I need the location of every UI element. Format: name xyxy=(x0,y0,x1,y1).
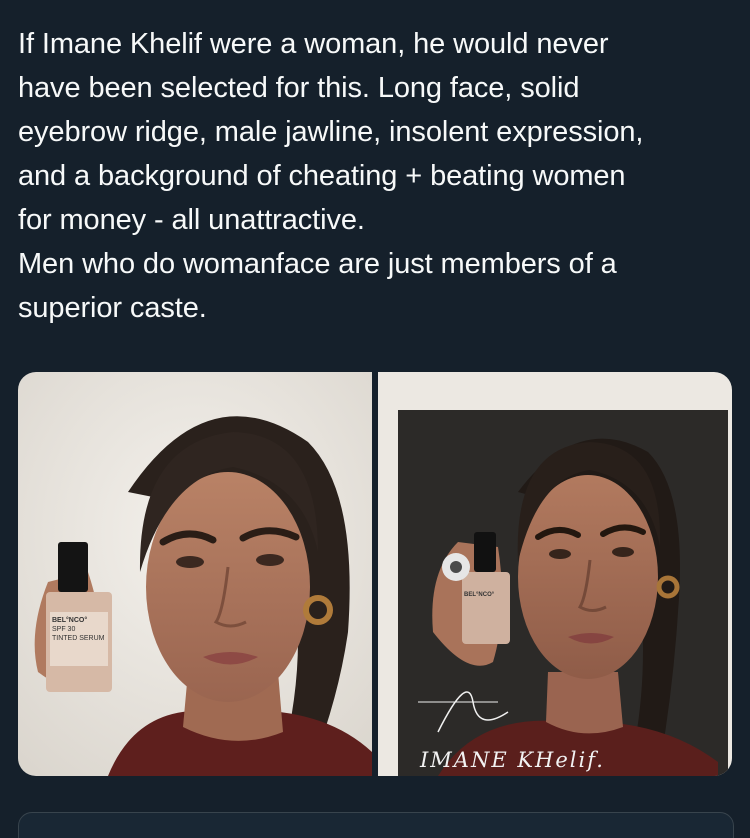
portrait-photo-left xyxy=(18,372,372,776)
product-cap xyxy=(474,532,496,572)
product-cap xyxy=(58,542,88,592)
tweet-text-line: and a background of cheating + beating w… xyxy=(18,160,626,192)
product-label-left: BEL°NCO° SPF 30 TINTED SERUM xyxy=(52,617,105,642)
product-label-right: BEL°NCO° xyxy=(464,592,495,598)
tweet-text-line: superior caste. xyxy=(18,292,207,324)
tweet-text-line: Men who do womanface are just members of… xyxy=(18,248,617,280)
product-bottle xyxy=(462,572,510,644)
tweet-photo-left[interactable]: BEL°NCO° SPF 30 TINTED SERUM xyxy=(18,372,372,776)
tweet-text: If Imane Khelif were a woman, he would n… xyxy=(18,22,738,330)
portrait-photo-right xyxy=(378,372,732,776)
tweet-text-line: have been selected for this. Long face, … xyxy=(18,72,580,104)
tweet-text-line: If Imane Khelif were a woman, he would n… xyxy=(18,28,609,60)
reply-box[interactable] xyxy=(18,812,734,838)
media-grid: BEL°NCO° SPF 30 TINTED SERUM BEL°NCO° IM… xyxy=(18,372,732,776)
tweet-photo-right[interactable]: BEL°NCO° IMANE KHelif. xyxy=(378,372,732,776)
tweet-text-line: for money - all unattractive. xyxy=(18,204,365,236)
signature: IMANE KHelif. xyxy=(420,748,605,772)
tweet-text-line: eyebrow ridge, male jawline, insolent ex… xyxy=(18,116,644,148)
